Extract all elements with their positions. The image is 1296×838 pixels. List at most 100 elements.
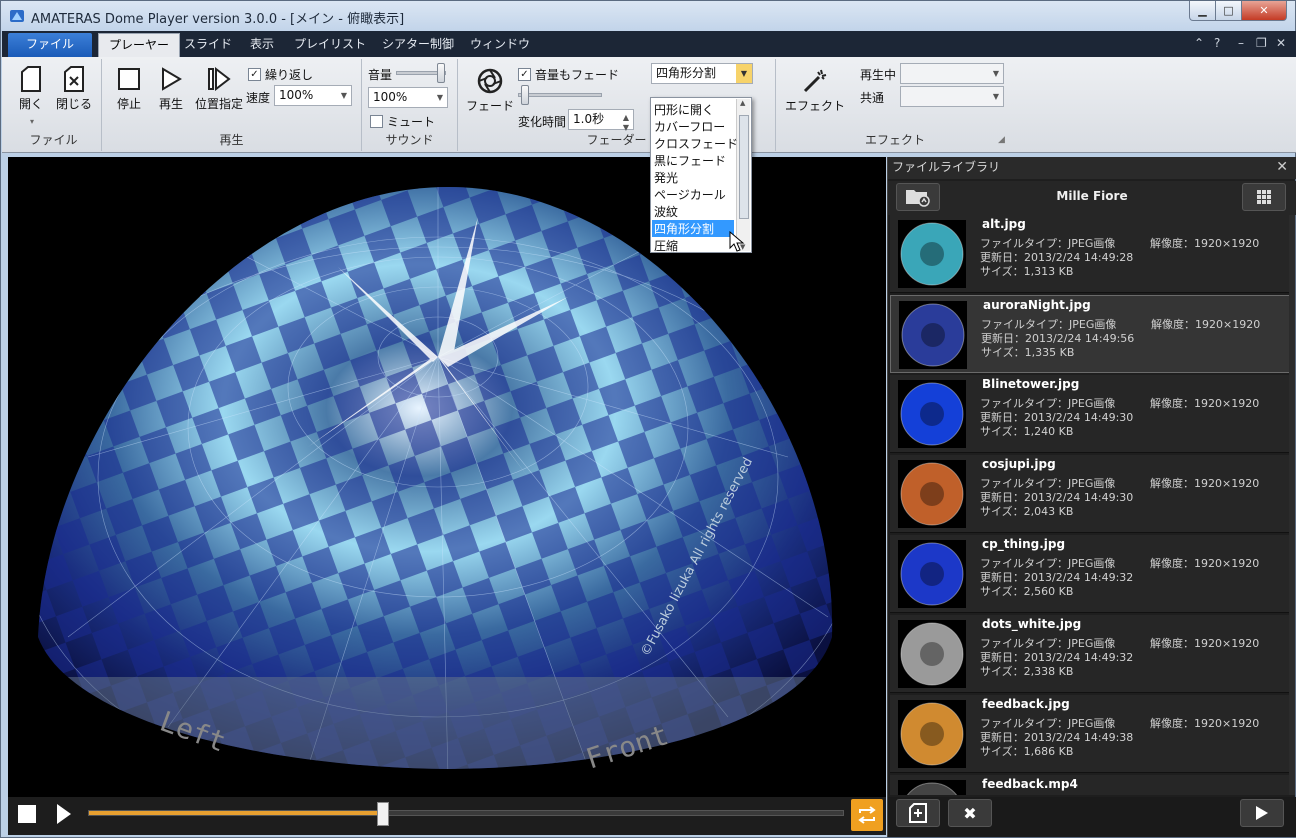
- chevron-down-icon[interactable]: ▼: [736, 64, 752, 83]
- minimize-button[interactable]: ▁: [1189, 1, 1216, 21]
- tab-view[interactable]: 表示: [240, 33, 284, 57]
- mdi-close-icon[interactable]: ✕: [1276, 36, 1286, 50]
- seek-progress: [89, 811, 384, 815]
- close-icon: ✕: [1259, 4, 1269, 17]
- fade-volume-checkbox[interactable]: ✓ 音量もフェード: [518, 66, 619, 83]
- transition-dropdown-list[interactable]: ▲ ▼ 円形に開く カバーフロー クロスフェード 黒にフェード 発光 ページカール 波紋 四角…: [650, 97, 752, 253]
- transition-option[interactable]: 圧縮: [654, 237, 678, 254]
- fade-button[interactable]: フェード: [466, 67, 514, 114]
- fade-slider[interactable]: [518, 85, 602, 105]
- mute-checkbox[interactable]: ミュート: [370, 113, 435, 130]
- file-list-item[interactable]: feedback.mp4: [890, 775, 1290, 795]
- scroll-up-icon[interactable]: ▲: [740, 99, 745, 107]
- effect-common-combo[interactable]: ▼: [900, 86, 1004, 107]
- transition-option[interactable]: ページカール: [654, 186, 726, 203]
- help-icon[interactable]: ?: [1214, 36, 1220, 50]
- file-list-item[interactable]: Blinetower.jpg ファイルタイプ：JPEG画像 更新日：2013/2/2…: [890, 375, 1290, 453]
- mute-label: ミュート: [387, 115, 436, 129]
- file-name: Blinetower.jpg: [982, 377, 1080, 391]
- tab-player[interactable]: プレーヤー: [98, 33, 181, 57]
- speed-combo[interactable]: 100% ▼: [274, 85, 352, 106]
- library-play-button[interactable]: [1240, 799, 1284, 827]
- close-file-button[interactable]: 閉じる: [56, 65, 92, 112]
- file-size: サイズ：1,335 KB: [981, 346, 1075, 359]
- dropdown-scrollbar[interactable]: ▲ ▼: [736, 99, 750, 251]
- volume-combo[interactable]: 100% ▼: [368, 87, 448, 108]
- fade-slider-thumb[interactable]: [521, 85, 529, 105]
- maximize-button[interactable]: □: [1215, 1, 1242, 21]
- file-list-item[interactable]: cp_thing.jpg ファイルタイプ：JPEG画像 更新日：2013/2/24 …: [890, 535, 1290, 613]
- repeat-checkbox[interactable]: ✓ 繰り返し: [248, 66, 313, 83]
- transition-option[interactable]: 円形に開く: [654, 101, 714, 118]
- tab-theater-control[interactable]: シアター制御: [372, 33, 464, 57]
- file-list-item[interactable]: cosjupi.jpg ファイルタイプ：JPEG画像 更新日：2013/2/24 1…: [890, 455, 1290, 533]
- minimize-icon: ▁: [1198, 4, 1207, 17]
- file-list-item[interactable]: feedback.jpg ファイルタイプ：JPEG画像 更新日：2013/2/24 …: [890, 695, 1290, 773]
- maximize-icon: □: [1223, 4, 1234, 17]
- dropdown-scroll-thumb[interactable]: [739, 115, 749, 219]
- grid-icon: [1257, 190, 1271, 204]
- open-button[interactable]: 開く: [16, 65, 46, 112]
- transition-option[interactable]: 黒にフェード: [654, 152, 726, 169]
- seek-thumb[interactable]: [377, 802, 390, 826]
- transition-option[interactable]: 四角形分割: [652, 220, 734, 237]
- tab-playlist[interactable]: プレイリスト: [284, 33, 376, 57]
- play-icon: [162, 67, 182, 91]
- magic-wand-icon: [803, 69, 827, 93]
- file-size: サイズ：2,560 KB: [980, 585, 1074, 598]
- app-icon: [10, 10, 24, 22]
- file-list-item[interactable]: alt.jpg ファイルタイプ：JPEG画像 更新日：2013/2/24 14:49…: [890, 215, 1290, 293]
- dialog-launcher-icon[interactable]: ◢: [998, 135, 1005, 145]
- library-close-icon[interactable]: ✕: [1276, 157, 1288, 177]
- fade-volume-label: 音量もフェード: [535, 68, 620, 82]
- file-name: auroraNight.jpg: [983, 298, 1091, 312]
- play-button[interactable]: 再生: [156, 65, 186, 112]
- volume-slider[interactable]: [396, 63, 446, 83]
- file-name: dots_white.jpg: [982, 617, 1082, 631]
- add-file-button[interactable]: [896, 799, 940, 827]
- mute-check-icon: [370, 115, 383, 128]
- mdi-restore-icon[interactable]: ❐: [1256, 36, 1267, 50]
- transport-stop-button[interactable]: [18, 805, 36, 823]
- transition-option[interactable]: カバーフロー: [654, 118, 725, 135]
- tab-file[interactable]: ファイル: [8, 33, 92, 57]
- chevron-down-icon: ▼: [340, 91, 347, 100]
- play-group: 停止 再生 位置指定 ✓ 繰り返し 速度 100% ▼ 再生: [102, 59, 362, 151]
- mdi-minimize-icon[interactable]: –: [1238, 36, 1244, 50]
- seek-bar[interactable]: [88, 802, 844, 826]
- transition-time-spinner[interactable]: 1.0秒 ▲ ▼: [568, 109, 634, 132]
- seek-position-button[interactable]: 位置指定: [194, 65, 244, 112]
- file-list-item[interactable]: auroraNight.jpg ファイルタイプ：JPEG画像 更新日：2013/2/…: [890, 295, 1290, 373]
- more-chevron-icon[interactable]: ▾: [30, 117, 34, 126]
- file-list[interactable]: alt.jpg ファイルタイプ：JPEG画像 更新日：2013/2/24 14:49…: [888, 215, 1290, 795]
- tab-slide[interactable]: スライド: [174, 33, 242, 57]
- transition-option[interactable]: 発光: [654, 169, 678, 186]
- sound-group: 音量 100% ▼ ミュート サウンド: [362, 59, 458, 151]
- speed-label: 速度: [246, 91, 271, 105]
- transition-option[interactable]: クロスフェード: [654, 135, 738, 152]
- add-file-icon: [909, 803, 927, 823]
- effect-playing-combo[interactable]: ▼: [900, 63, 1004, 84]
- tab-window[interactable]: ウィンドウ: [460, 33, 540, 57]
- mouse-cursor-icon: [729, 231, 745, 252]
- loop-button[interactable]: [851, 799, 883, 831]
- file-size: サイズ：2,338 KB: [980, 665, 1074, 678]
- transition-combo[interactable]: 四角形分割 ▼: [651, 63, 753, 84]
- file-group-label: ファイル: [29, 133, 78, 147]
- transition-option[interactable]: 波紋: [654, 203, 678, 220]
- file-size: サイズ：1,686 KB: [980, 745, 1074, 758]
- grid-view-button[interactable]: [1242, 183, 1286, 211]
- dome-viewport[interactable]: Left Front ©Fusako Iizuka All rights res…: [8, 157, 886, 797]
- file-size: サイズ：2,043 KB: [980, 505, 1074, 518]
- file-list-scrollbar[interactable]: [1289, 215, 1295, 795]
- remove-file-button[interactable]: ✖: [948, 799, 992, 827]
- stop-button[interactable]: 停止: [114, 65, 144, 112]
- effect-button[interactable]: エフェクト: [784, 67, 846, 114]
- collapse-ribbon-icon[interactable]: ⌃: [1194, 36, 1204, 50]
- file-resolution: 解像度：1920×1920: [1150, 557, 1260, 570]
- effect-playing-label: 再生中: [860, 68, 897, 82]
- close-button[interactable]: ✕: [1241, 1, 1287, 21]
- volume-slider-thumb[interactable]: [437, 63, 445, 83]
- transport-play-button[interactable]: [56, 803, 72, 825]
- file-list-item[interactable]: dots_white.jpg ファイルタイプ：JPEG画像 更新日：2013/2/2…: [890, 615, 1290, 693]
